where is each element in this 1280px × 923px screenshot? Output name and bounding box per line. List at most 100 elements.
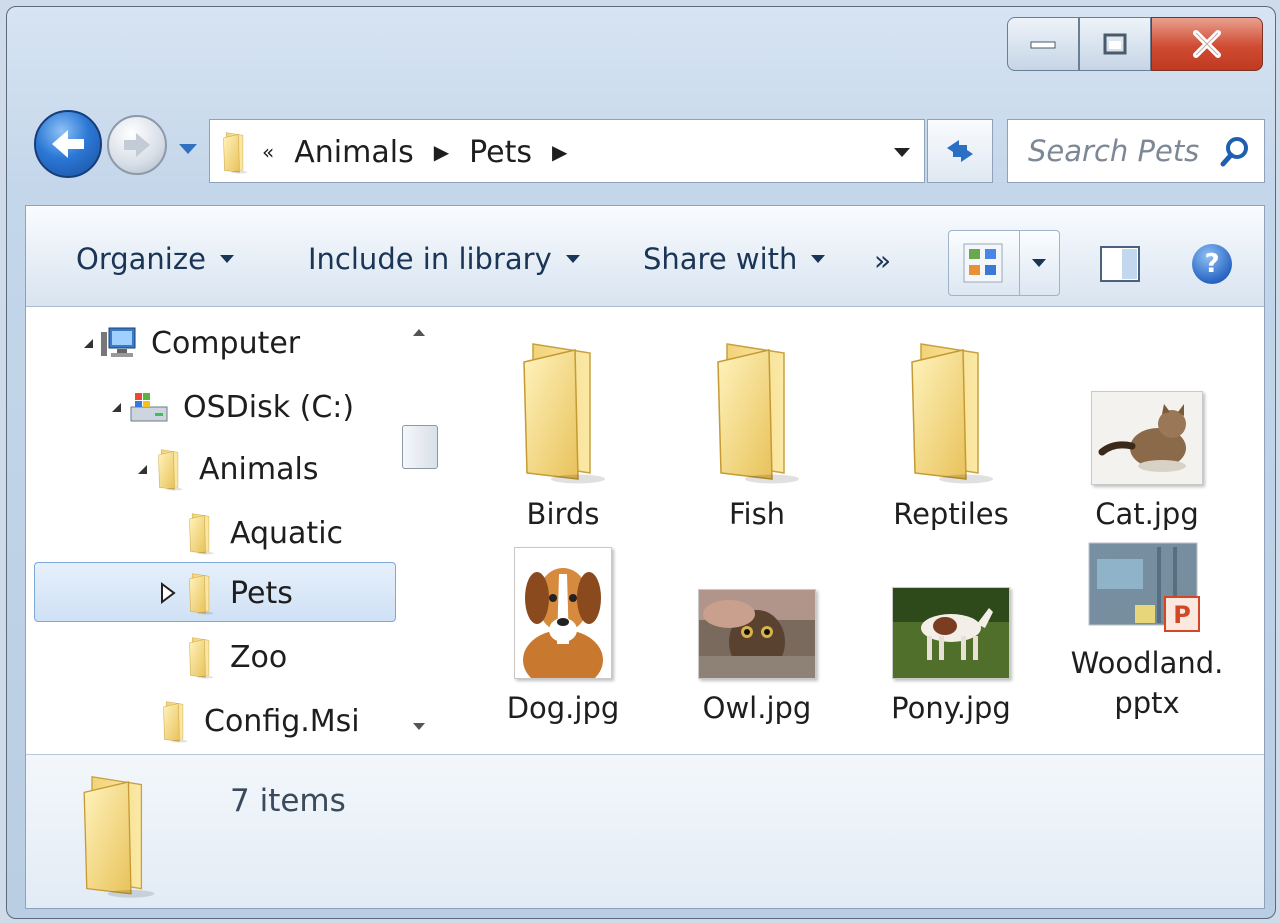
recent-pages-dropdown[interactable] — [179, 144, 197, 154]
file-name: Pony.jpg — [891, 691, 1011, 725]
file-name: Birds — [526, 497, 600, 531]
folder-icon — [911, 343, 994, 485]
tree-item-label: Pets — [230, 575, 293, 611]
view-icon — [963, 243, 1003, 283]
file-item-dog[interactable]: Dog.jpg — [468, 533, 658, 727]
maximize-icon — [1103, 33, 1127, 55]
tree-item-config-msi[interactable]: Config.Msi — [160, 693, 360, 749]
explorer-content: Organize Include in library Share with »… — [25, 205, 1265, 909]
share-with-button[interactable]: Share with — [643, 242, 826, 276]
details-pane: 7 items — [26, 754, 1264, 908]
folder-icon — [223, 132, 248, 174]
forward-button[interactable] — [107, 115, 167, 175]
chevron-down-icon — [811, 255, 826, 263]
breadcrumb-pets[interactable]: Pets — [469, 135, 532, 170]
close-icon — [1193, 30, 1221, 58]
search-placeholder: Search Pets — [1028, 134, 1200, 168]
computer-icon — [101, 327, 136, 357]
preview-pane-icon[interactable] — [1100, 246, 1140, 282]
minimize-button[interactable] — [1007, 17, 1079, 71]
breadcrumb: « Animals ▶ Pets ▶ — [262, 120, 587, 184]
forward-arrow-icon — [124, 133, 150, 157]
tree-item-pets[interactable]: Pets — [160, 565, 293, 621]
file-name: Dog.jpg — [506, 691, 620, 725]
caption-buttons — [1007, 17, 1263, 71]
folder-icon — [163, 701, 188, 743]
file-item-woodland[interactable]: P Woodland. pptx — [1052, 533, 1242, 723]
file-name: Reptiles — [893, 497, 1009, 531]
address-bar[interactable]: « Animals ▶ Pets ▶ — [209, 119, 925, 183]
cat-thumbnail — [1091, 391, 1203, 485]
include-in-library-button[interactable]: Include in library — [308, 242, 580, 276]
expand-arrow-icon[interactable] — [138, 464, 147, 474]
file-item-birds[interactable]: Birds — [468, 325, 658, 533]
expand-arrow-icon[interactable] — [112, 402, 121, 412]
refresh-button[interactable] — [927, 119, 993, 183]
navigation-pane: Computer OSDisk (C:) Animals Aquatic Pet… — [26, 307, 447, 753]
view-button-divider — [1019, 231, 1020, 295]
breadcrumb-separator-icon[interactable]: ▶ — [552, 140, 567, 164]
change-view-button[interactable] — [948, 230, 1060, 296]
file-name: Fish — [728, 497, 786, 531]
tree-item-label: Aquatic — [230, 515, 344, 551]
tree-item-label: OSDisk (C:) — [183, 389, 355, 425]
file-item-cat[interactable]: Cat.jpg — [1052, 325, 1242, 533]
expand-arrow-icon[interactable] — [84, 338, 93, 348]
owl-thumbnail — [698, 589, 816, 679]
chevron-down-icon — [219, 255, 234, 263]
back-arrow-icon — [52, 130, 84, 158]
breadcrumb-animals[interactable]: Animals — [294, 135, 413, 170]
tree-item-osdisk[interactable]: OSDisk (C:) — [112, 379, 354, 435]
chevron-down-icon — [565, 255, 580, 263]
file-item-pony[interactable]: Pony.jpg — [856, 533, 1046, 727]
explorer-window: « Animals ▶ Pets ▶ Search Pets Organize … — [6, 6, 1276, 919]
tree-item-computer[interactable]: Computer — [84, 315, 300, 371]
folder-icon — [158, 449, 183, 491]
tree-item-aquatic[interactable]: Aquatic — [186, 505, 343, 561]
file-item-fish[interactable]: Fish — [662, 325, 852, 533]
organize-label: Organize — [76, 242, 206, 276]
scroll-thumb[interactable] — [402, 425, 438, 469]
svg-text:P: P — [1173, 601, 1191, 629]
file-item-owl[interactable]: Owl.jpg — [662, 533, 852, 727]
search-box[interactable]: Search Pets — [1007, 119, 1265, 183]
command-bar: Organize Include in library Share with »… — [26, 206, 1264, 307]
collapsed-arrow-icon[interactable] — [160, 582, 176, 604]
breadcrumb-separator-icon[interactable]: ▶ — [434, 140, 449, 164]
address-dropdown-icon[interactable] — [894, 148, 910, 157]
file-item-reptiles[interactable]: Reptiles — [856, 325, 1046, 533]
tree-item-label: Animals — [199, 451, 319, 487]
search-icon[interactable] — [1220, 136, 1250, 168]
organize-button[interactable]: Organize — [76, 242, 234, 276]
file-name: Woodland. pptx — [1052, 643, 1242, 723]
folder-icon — [189, 513, 214, 555]
minimize-icon — [1030, 41, 1056, 49]
file-name-line: pptx — [1114, 686, 1180, 720]
file-name-line: Woodland. — [1070, 646, 1224, 680]
help-icon[interactable]: ? — [1192, 244, 1232, 284]
folder-icon — [83, 776, 156, 899]
refresh-icon — [947, 140, 973, 162]
breadcrumb-overflow[interactable]: « — [262, 140, 274, 164]
view-dropdown-icon[interactable] — [1032, 259, 1046, 267]
nav-scrollbar[interactable] — [398, 307, 444, 753]
folder-icon — [189, 637, 214, 679]
tree-item-label: Config.Msi — [204, 703, 360, 739]
maximize-button[interactable] — [1079, 17, 1151, 71]
folder-icon — [523, 343, 606, 485]
scroll-up-icon[interactable] — [413, 329, 425, 336]
pony-thumbnail — [892, 587, 1010, 679]
item-count: 7 items — [230, 783, 346, 819]
folder-icon — [189, 573, 214, 615]
close-button[interactable] — [1151, 17, 1263, 71]
scroll-down-icon[interactable] — [413, 723, 425, 730]
tree-item-animals[interactable]: Animals — [138, 441, 318, 497]
tree-item-zoo[interactable]: Zoo — [186, 629, 287, 685]
back-button[interactable] — [34, 110, 102, 178]
share-with-label: Share with — [643, 242, 798, 276]
drive-icon — [130, 393, 168, 422]
file-name: Cat.jpg — [1095, 497, 1199, 531]
more-commands-button[interactable]: » — [874, 244, 891, 277]
include-in-library-label: Include in library — [308, 242, 552, 276]
file-name: Owl.jpg — [702, 691, 812, 725]
